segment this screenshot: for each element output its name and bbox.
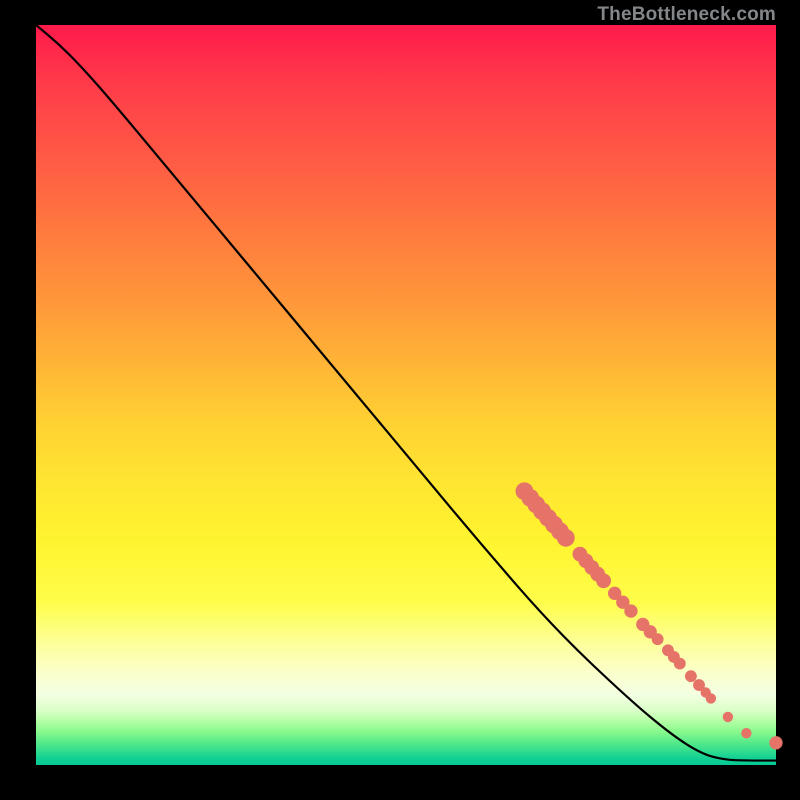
chart-marker — [685, 670, 697, 682]
chart-marker — [706, 693, 716, 703]
chart-marker — [769, 736, 782, 749]
chart-marker — [723, 712, 733, 722]
chart-marker — [741, 728, 751, 738]
chart-marker — [624, 604, 637, 617]
chart-marker — [674, 658, 686, 670]
chart-marker — [652, 633, 664, 645]
chart-plot-area — [36, 25, 776, 765]
chart-svg — [36, 25, 776, 765]
chart-marker — [557, 529, 575, 547]
chart-marker — [596, 573, 611, 588]
chart-marker-group — [516, 482, 783, 749]
attribution-text: TheBottleneck.com — [597, 4, 776, 26]
